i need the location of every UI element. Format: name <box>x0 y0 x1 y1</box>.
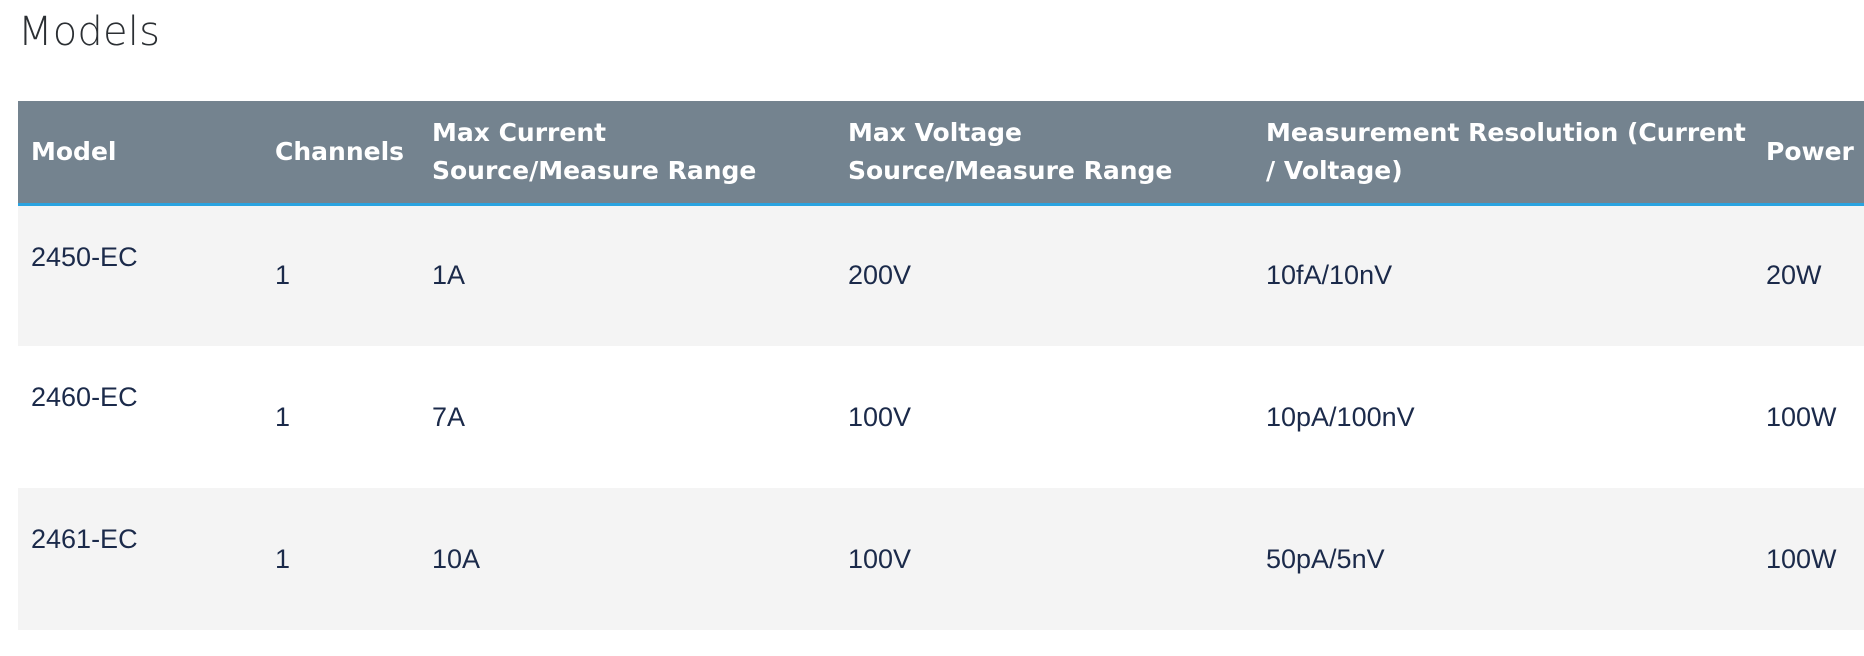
max-current-cell: 10A <box>432 543 481 574</box>
model-cell: 2461-EC <box>31 524 138 554</box>
max-voltage-cell: 100V <box>848 543 912 574</box>
max-voltage-cell: 100V <box>848 401 912 432</box>
table-row: 2461-EC 1 10A 100V 50pA/5nV 100W <box>18 488 1864 630</box>
channels-cell: 1 <box>275 401 291 432</box>
column-header-channels: Channels <box>262 101 419 206</box>
column-header-max-voltage: Max Voltage Source/Measure Range <box>835 101 1253 206</box>
models-table: Model Channels Max Current Source/Measur… <box>18 101 1864 630</box>
power-cell: 20W <box>1766 260 1822 291</box>
power-cell: 100W <box>1766 401 1837 432</box>
resolution-cell: 10pA/100nV <box>1266 401 1415 432</box>
resolution-cell: 10fA/10nV <box>1266 260 1393 291</box>
table-header: Model Channels Max Current Source/Measur… <box>18 101 1864 206</box>
table-row: 2450-EC 1 1A 200V 10fA/10nV 20W <box>18 204 1864 346</box>
resolution-cell: 50pA/5nV <box>1266 543 1385 574</box>
column-header-max-current: Max Current Source/Measure Range <box>419 101 835 206</box>
channels-cell: 1 <box>275 260 291 291</box>
table-header-row: Model Channels Max Current Source/Measur… <box>18 101 1864 206</box>
max-current-cell: 1A <box>432 260 466 291</box>
column-header-resolution: Measurement Resolution (Current / Voltag… <box>1253 101 1753 206</box>
power-cell: 100W <box>1766 543 1837 574</box>
channels-cell: 1 <box>275 543 291 574</box>
table-row: 2460-EC 1 7A 100V 10pA/100nV 100W <box>18 346 1864 488</box>
column-header-power: Power <box>1753 101 1864 206</box>
column-header-model: Model <box>18 101 262 206</box>
page-title: Models <box>18 9 161 55</box>
max-current-cell: 7A <box>432 401 466 432</box>
table-body: 2450-EC 1 1A 200V 10fA/10nV 20W 2460-EC … <box>18 204 1864 630</box>
model-cell: 2460-EC <box>31 382 138 412</box>
max-voltage-cell: 200V <box>848 260 912 291</box>
model-cell: 2450-EC <box>31 241 138 272</box>
